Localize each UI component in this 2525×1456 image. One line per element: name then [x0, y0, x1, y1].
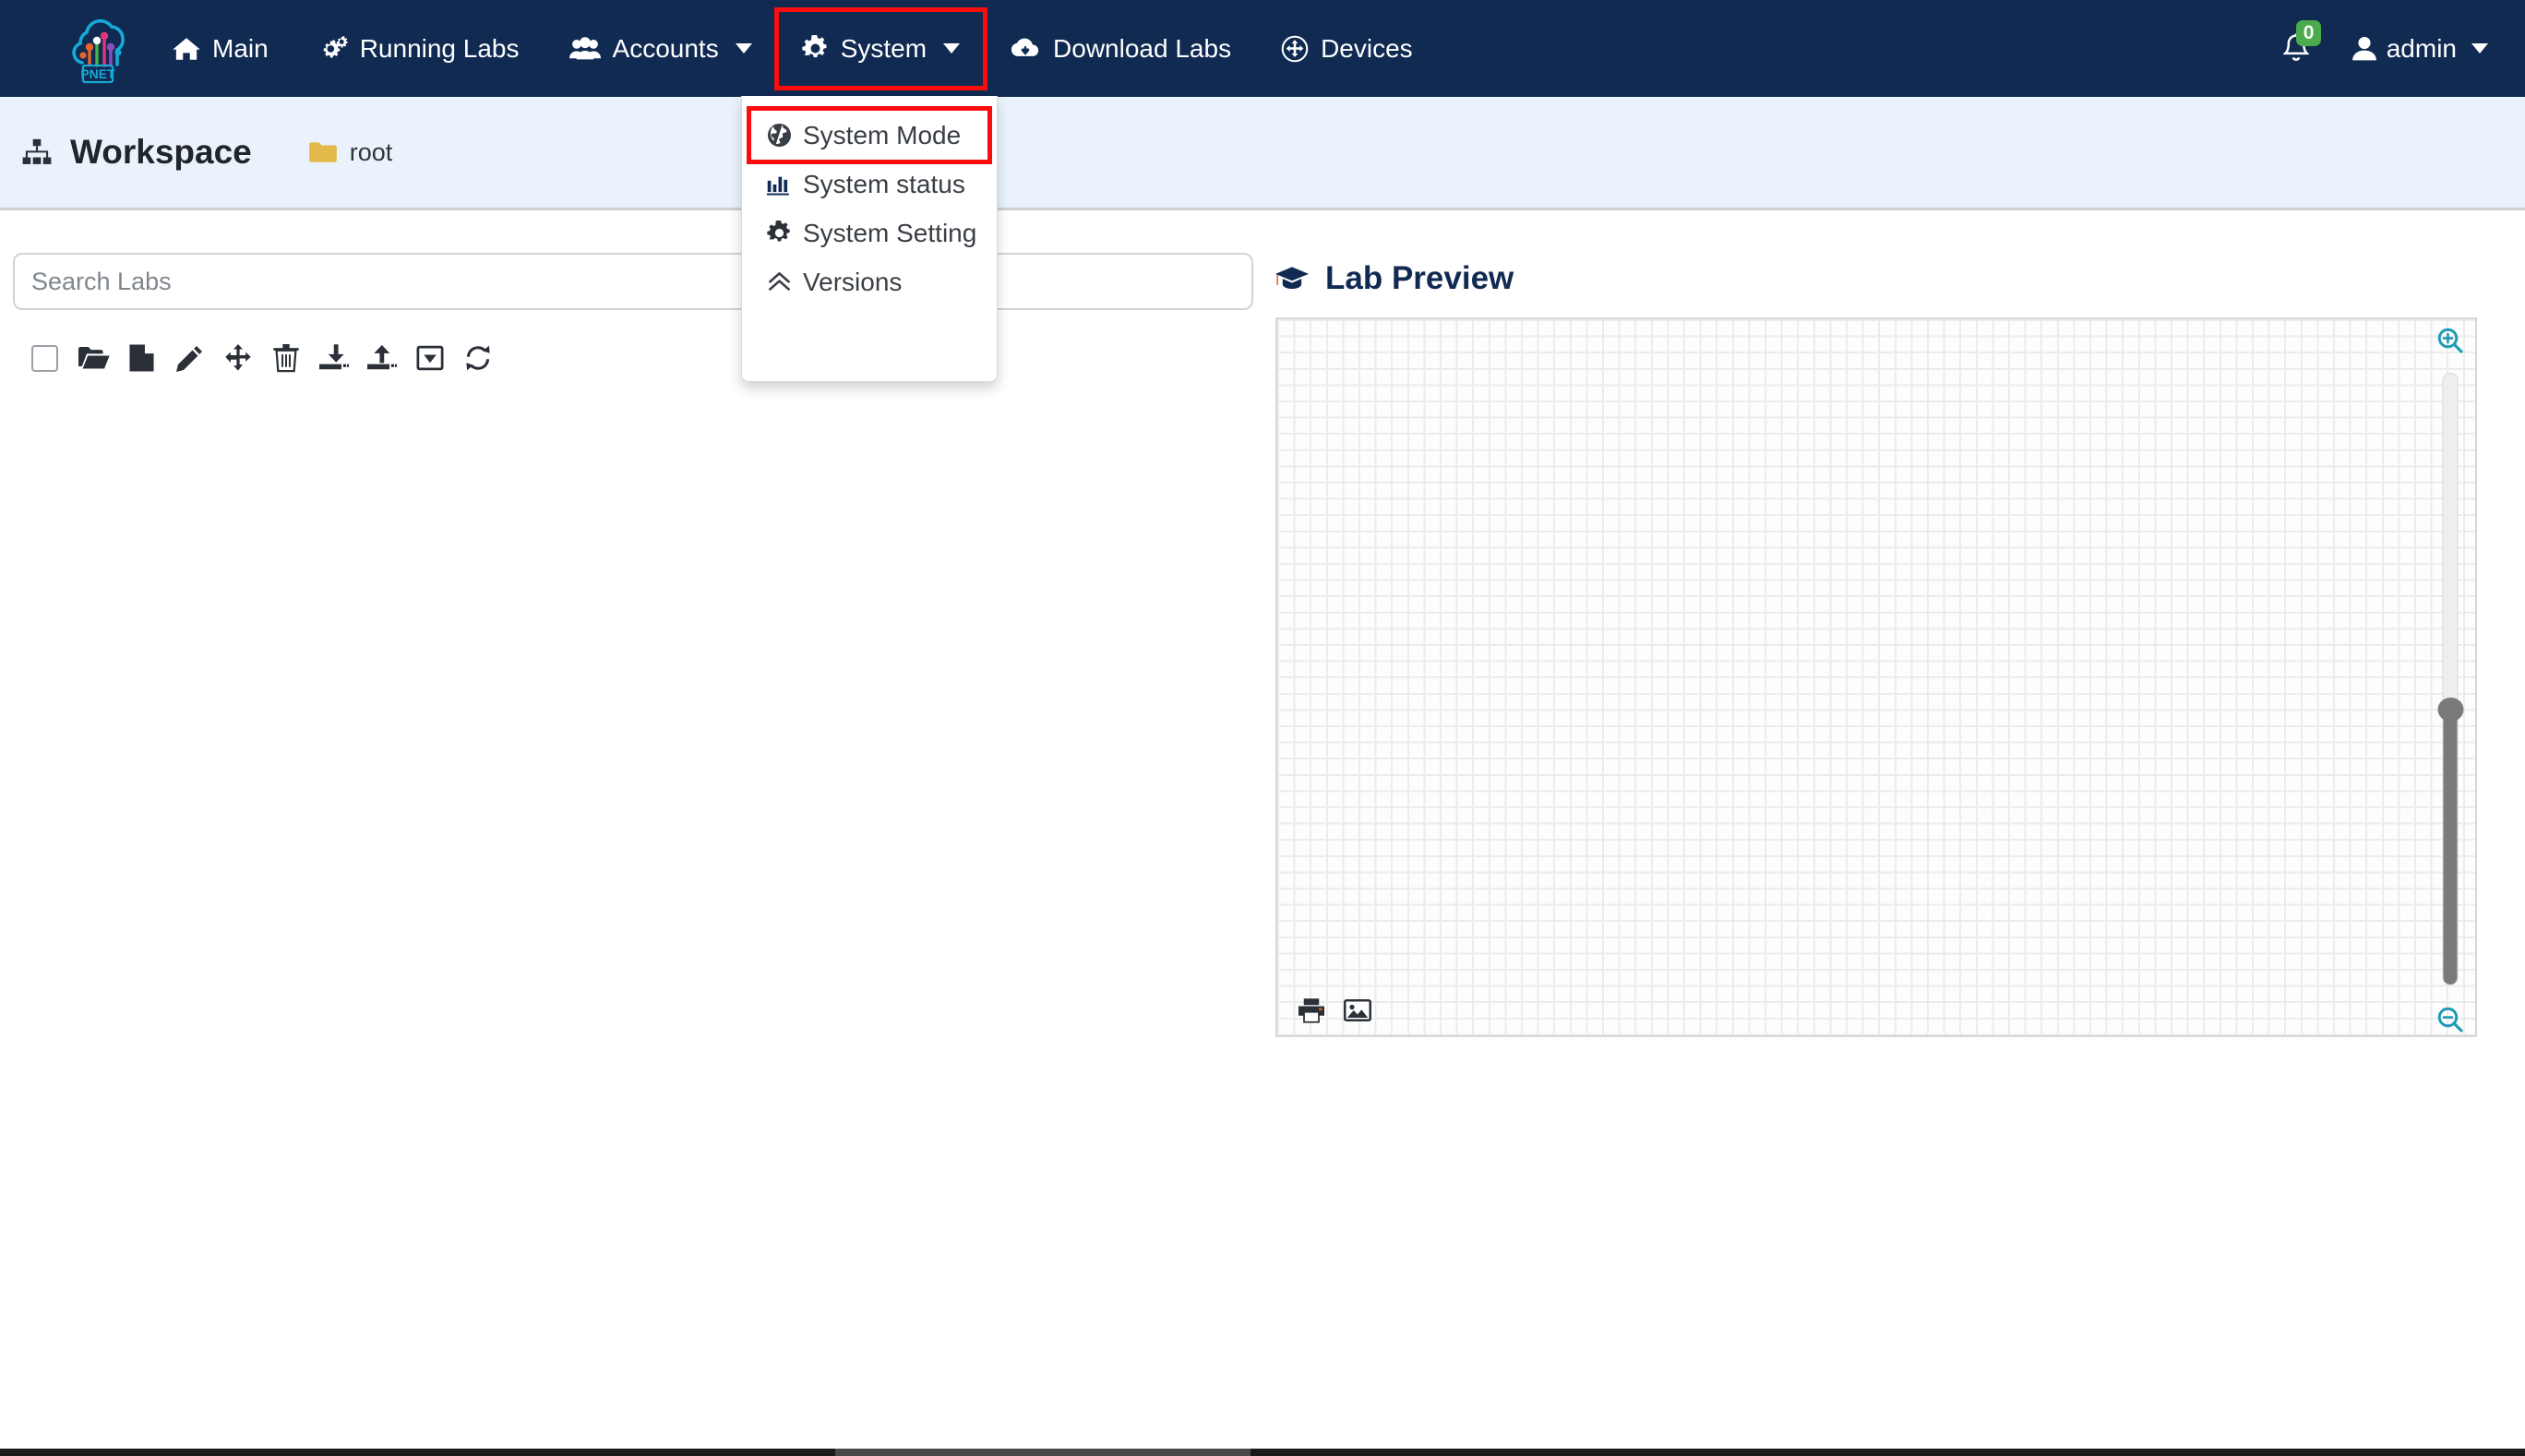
print-icon	[1298, 998, 1324, 1023]
arrows-circle-icon	[1281, 35, 1309, 63]
lab-preview-canvas-tools	[1298, 997, 1371, 1023]
refresh-icon	[464, 344, 492, 372]
refresh-button[interactable]	[454, 334, 502, 382]
caret-square-down-icon	[416, 344, 444, 372]
magnifier-minus-icon	[2437, 1007, 2463, 1032]
page-title-label: Workspace	[70, 133, 252, 171]
move-button[interactable]	[214, 334, 262, 382]
gear-icon	[767, 221, 792, 245]
lab-preview-canvas[interactable]	[1275, 317, 2477, 1037]
zoom-slider-track[interactable]	[2437, 373, 2463, 985]
import-button[interactable]	[310, 334, 358, 382]
chevron-down-icon	[943, 43, 961, 54]
chevron-down-icon	[2471, 43, 2488, 54]
zoom-slider-fill	[2443, 710, 2458, 985]
bottom-bar	[0, 1449, 2525, 1456]
menu-item-system-setting[interactable]: System Setting	[742, 209, 997, 257]
lab-preview-pane: Lab Preview	[1275, 210, 2525, 1456]
cogs-icon	[318, 36, 348, 61]
nav-item-accounts[interactable]: Accounts	[544, 0, 777, 97]
upload-outbox-icon	[367, 344, 397, 372]
nav-item-devices-label: Devices	[1321, 33, 1413, 63]
nav-item-system[interactable]: System	[773, 6, 988, 90]
search-container	[0, 210, 1257, 310]
brand-logo[interactable]: PNET	[48, 0, 148, 97]
graduation-cap-icon	[1275, 266, 1309, 292]
user-menu-label: admin	[2386, 33, 2457, 63]
workspace-header: Workspace root	[0, 97, 2525, 210]
folder-icon	[308, 141, 337, 163]
nav-item-main-label: Main	[212, 33, 269, 63]
system-dropdown-menu: System Mode System status System Setting	[741, 96, 998, 382]
menu-item-system-setting-label: System Setting	[803, 218, 977, 247]
menu-item-system-mode-label: System Mode	[803, 120, 962, 149]
nav-items: Main Running Labs Accounts System Downlo…	[148, 0, 1438, 97]
chevron-double-up-icon	[767, 271, 792, 293]
chart-bar-icon	[767, 173, 792, 196]
breadcrumb[interactable]: root	[308, 137, 393, 167]
gear-icon	[802, 35, 829, 62]
nav-item-running-labs[interactable]: Running Labs	[293, 0, 544, 97]
menu-item-system-status[interactable]: System status	[742, 160, 997, 209]
nav-item-devices[interactable]: Devices	[1256, 0, 1438, 97]
dropdown-button[interactable]	[406, 334, 454, 382]
checkbox-icon	[30, 344, 58, 372]
edit-button[interactable]	[166, 334, 214, 382]
magnifier-plus-icon	[2437, 328, 2463, 353]
new-file-button[interactable]	[118, 334, 166, 382]
nav-item-main[interactable]: Main	[148, 0, 293, 97]
labs-toolbar	[0, 310, 1257, 382]
nav-item-system-label: System	[840, 33, 927, 63]
search-input[interactable]	[13, 253, 1253, 310]
zoom-controls	[2427, 319, 2473, 1039]
user-menu[interactable]: admin	[2351, 33, 2488, 64]
labs-pane	[0, 210, 1257, 1456]
menu-item-versions[interactable]: Versions	[742, 257, 997, 306]
export-button[interactable]	[358, 334, 406, 382]
chevron-down-icon	[735, 43, 752, 54]
nav-item-accounts-label: Accounts	[612, 33, 719, 63]
menu-item-system-status-label: System status	[803, 169, 965, 198]
delete-button[interactable]	[262, 334, 310, 382]
nav-item-download-labs-label: Download Labs	[1053, 33, 1232, 63]
notifications-button[interactable]: 0	[2280, 19, 2322, 66]
menu-item-system-mode[interactable]: System Mode	[747, 106, 992, 164]
lab-preview-title-label: Lab Preview	[1325, 260, 1514, 296]
home-icon	[173, 37, 200, 61]
navbar-right: 0 admin	[2280, 0, 2525, 97]
sitemap-icon	[22, 138, 52, 166]
select-all-checkbox[interactable]	[20, 334, 68, 382]
menu-item-versions-label: Versions	[803, 267, 903, 296]
zoom-in-button[interactable]	[2436, 327, 2464, 354]
cloud-download-icon	[1010, 37, 1041, 61]
file-icon	[129, 343, 155, 373]
print-button[interactable]	[1298, 997, 1325, 1023]
export-image-button[interactable]	[1344, 997, 1371, 1023]
lab-preview-title: Lab Preview	[1275, 210, 2525, 297]
zoom-slider-thumb[interactable]	[2437, 698, 2463, 722]
page-title: Workspace	[22, 133, 252, 172]
notification-count-badge: 0	[2295, 19, 2322, 46]
svg-text:PNET: PNET	[80, 66, 115, 81]
nav-item-download-labs[interactable]: Download Labs	[985, 0, 1256, 97]
breadcrumb-label: root	[349, 137, 393, 166]
open-folder-button[interactable]	[70, 334, 118, 382]
folder-open-icon	[78, 345, 110, 371]
image-icon	[1344, 999, 1371, 1022]
trash-icon	[273, 343, 299, 373]
nav-item-running-labs-label: Running Labs	[359, 33, 520, 63]
arrows-move-icon	[224, 344, 252, 372]
download-inbox-icon	[319, 344, 349, 372]
user-icon	[2351, 36, 2376, 61]
top-navbar: PNET Main Running Labs Accounts System D…	[0, 0, 2525, 97]
users-icon	[568, 36, 601, 61]
zoom-out-button[interactable]	[2436, 1006, 2464, 1033]
bottom-bar-segment	[835, 1449, 1251, 1456]
globe-icon	[767, 123, 792, 148]
pencil-icon	[176, 344, 204, 372]
